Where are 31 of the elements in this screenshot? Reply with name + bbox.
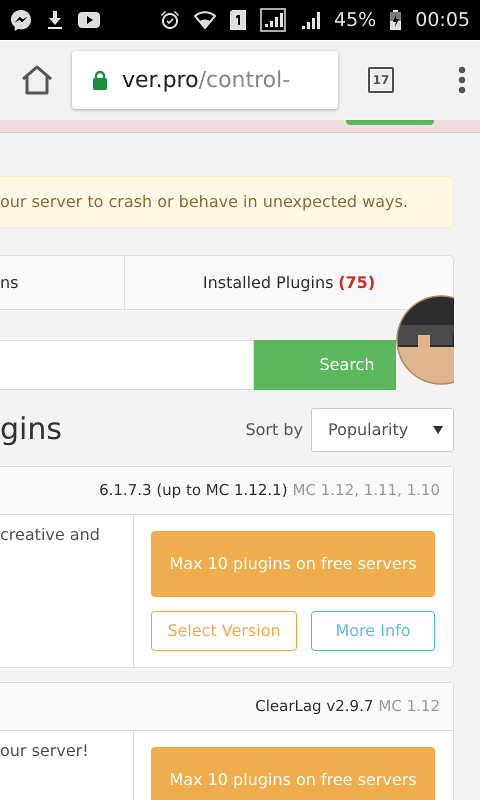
mc-versions: MC 1.12, 1.11, 1.10 (292, 480, 440, 502)
menu-icon[interactable] (458, 66, 466, 94)
tab-count-button[interactable]: 17 (368, 67, 394, 93)
wifi-icon (194, 9, 216, 31)
url-text: ver.pro/control- (122, 66, 290, 94)
sort-label: Sort by (245, 419, 303, 441)
video-icon (78, 12, 100, 28)
lock-icon (92, 70, 108, 90)
signal-icon (260, 8, 286, 32)
messenger-icon (10, 9, 32, 31)
clock: 00:05 (415, 8, 470, 33)
plugin-description: our server! (0, 741, 89, 760)
battery-text: 45% (334, 8, 376, 33)
signal-icon (300, 10, 320, 30)
plugin-description: creative and (0, 525, 100, 544)
search-field[interactable] (0, 340, 254, 390)
address-bar[interactable]: ver.pro/control- (72, 51, 338, 109)
plugin-tab[interactable]: Installed Plugins (75) (125, 256, 453, 309)
plugin-version: 6.1.7.3 (up to MC 1.12.1) (99, 480, 288, 502)
plugin-version: ClearLag v2.9.7 (255, 696, 374, 718)
alarm-icon (160, 10, 180, 30)
download-icon (46, 10, 64, 30)
alert-message: our server to crash or behave in unexpected ways. (0, 176, 454, 228)
battery-icon (390, 10, 402, 30)
mc-versions: MC 1.12 (378, 696, 440, 718)
caret-icon (433, 426, 443, 434)
sort-select[interactable]: Popularity (311, 408, 454, 452)
plugin-tab[interactable]: ns (0, 256, 125, 309)
sim-icon (230, 10, 246, 30)
home-icon[interactable] (20, 64, 54, 96)
page-heading: gins (0, 412, 62, 448)
